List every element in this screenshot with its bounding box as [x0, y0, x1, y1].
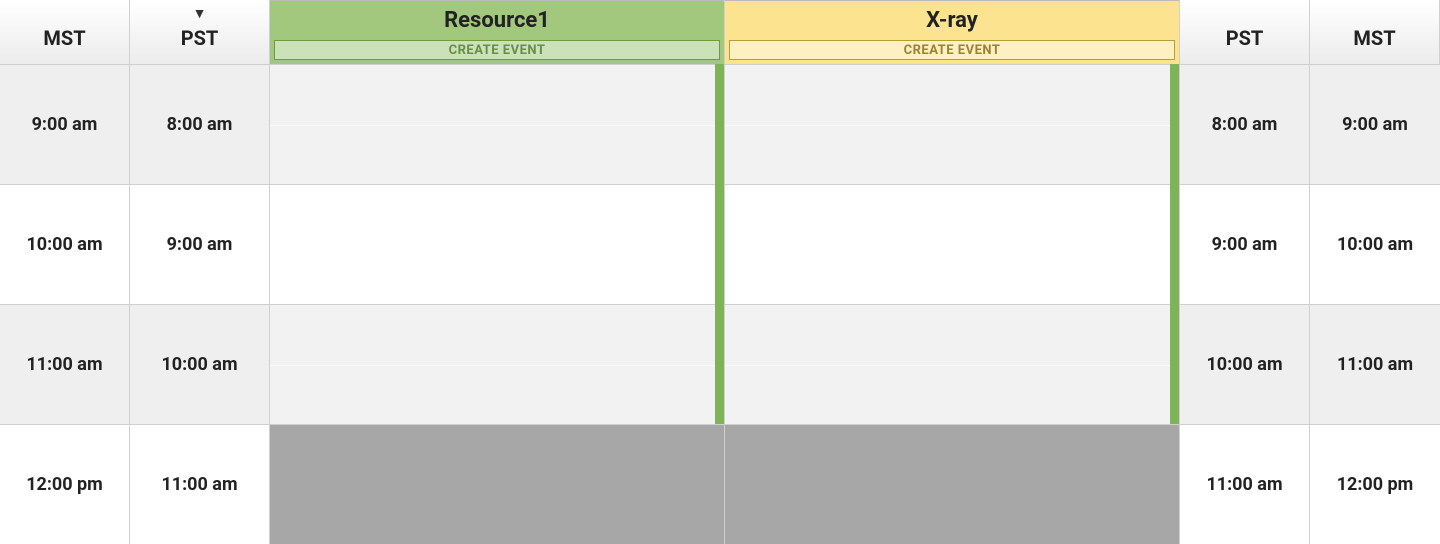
availability-stripe	[1170, 64, 1179, 424]
schedule-slot-blocked	[270, 424, 724, 544]
time-cell-pst: 9:00 am	[1180, 184, 1309, 304]
tz-header-pst-left[interactable]: ▼ PST	[130, 0, 270, 64]
tz-header-mst-left: MST	[0, 0, 130, 64]
create-event-button[interactable]: CREATE EVENT	[274, 40, 720, 60]
schedule-slot[interactable]	[270, 64, 724, 184]
time-cell-pst: 9:00 am	[130, 184, 269, 304]
tz-label: PST	[1226, 26, 1264, 50]
time-cell-pst: 10:00 am	[1180, 304, 1309, 424]
time-cell-pst: 11:00 am	[1180, 424, 1309, 544]
tz-header-mst-right: MST	[1310, 0, 1440, 64]
availability-stripe	[715, 64, 724, 424]
time-cell-mst: 12:00 pm	[1310, 424, 1440, 544]
schedule-slot[interactable]	[725, 304, 1179, 424]
schedule-slot[interactable]	[725, 64, 1179, 184]
time-cell-pst: 11:00 am	[130, 424, 269, 544]
time-cell-mst: 11:00 am	[1310, 304, 1440, 424]
resource-header-xray: X-ray CREATE EVENT	[725, 0, 1180, 64]
time-cell-mst: 9:00 am	[0, 64, 129, 184]
resource-title: Resource1	[270, 1, 724, 40]
tz-label: PST	[181, 26, 219, 50]
schedule-slot[interactable]	[725, 184, 1179, 304]
time-cell-mst: 10:00 am	[0, 184, 129, 304]
create-event-button[interactable]: CREATE EVENT	[729, 40, 1175, 60]
tz-label: MST	[43, 26, 85, 50]
schedule-slot-blocked	[725, 424, 1179, 544]
dropdown-arrow-icon: ▼	[193, 5, 207, 22]
resource-header-resource1: Resource1 CREATE EVENT	[270, 0, 725, 64]
tz-header-pst-right: PST	[1180, 0, 1310, 64]
schedule-slot[interactable]	[270, 304, 724, 424]
time-cell-mst: 12:00 pm	[0, 424, 129, 544]
time-cell-mst: 9:00 am	[1310, 64, 1440, 184]
tz-label: MST	[1353, 26, 1395, 50]
time-cell-pst: 8:00 am	[1180, 64, 1309, 184]
time-cell-pst: 10:00 am	[130, 304, 269, 424]
time-cell-mst: 11:00 am	[0, 304, 129, 424]
time-cell-pst: 8:00 am	[130, 64, 269, 184]
resource-title: X-ray	[725, 1, 1179, 40]
schedule-slot[interactable]	[270, 184, 724, 304]
time-cell-mst: 10:00 am	[1310, 184, 1440, 304]
